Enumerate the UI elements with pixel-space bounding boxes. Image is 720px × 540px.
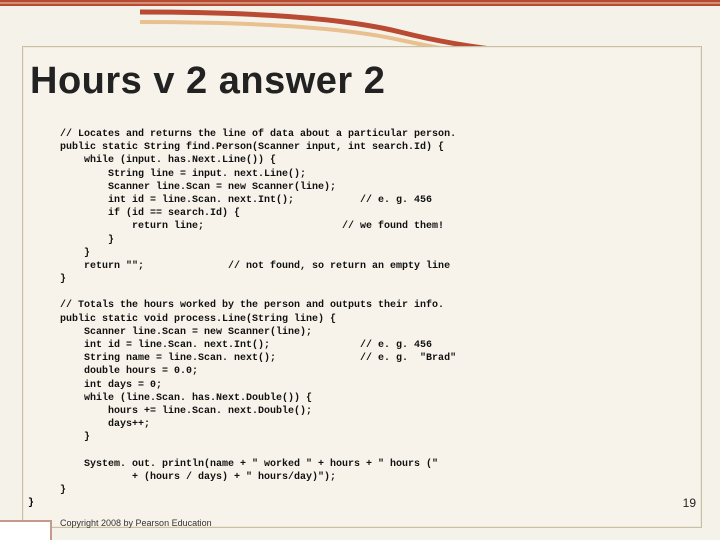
- top-accent-bar: [0, 0, 720, 6]
- code-line: // Totals the hours worked by the person…: [60, 300, 444, 311]
- code-line: Scanner line.Scan = new Scanner(line);: [60, 327, 312, 338]
- code-line: while (line.Scan. has.Next.Double()) {: [60, 393, 312, 404]
- code-line: }: [60, 235, 114, 246]
- code-line: if (id == search.Id) {: [60, 208, 240, 219]
- code-closing-brace: }: [28, 498, 34, 509]
- code-block: // Locates and returns the line of data …: [60, 128, 690, 497]
- code-line: int days = 0;: [60, 380, 162, 391]
- code-line: }: [60, 432, 90, 443]
- code-line: while (input. has.Next.Line()) {: [60, 155, 276, 166]
- copyright-footer: Copyright 2008 by Pearson Education: [60, 518, 212, 528]
- page-title: Hours v 2 answer 2: [30, 60, 385, 103]
- code-line: }: [60, 248, 90, 259]
- code-line: return ""; // not found, so return an em…: [60, 261, 450, 272]
- code-line: // Locates and returns the line of data …: [60, 129, 456, 140]
- code-line: String name = line.Scan. next(); // e. g…: [60, 353, 456, 364]
- code-line: Scanner line.Scan = new Scanner(line);: [60, 182, 336, 193]
- code-line: hours += line.Scan. next.Double();: [60, 406, 312, 417]
- code-line: int id = line.Scan. next.Int(); // e. g.…: [60, 340, 432, 351]
- code-line: String line = input. next.Line();: [60, 169, 306, 180]
- code-line: }: [60, 274, 66, 285]
- code-line: double hours = 0.0;: [60, 366, 198, 377]
- code-line: public static String find.Person(Scanner…: [60, 142, 444, 153]
- code-line: System. out. println(name + " worked " +…: [60, 459, 438, 470]
- code-line: + (hours / days) + " hours/day)");: [60, 472, 336, 483]
- code-line: days++;: [60, 419, 150, 430]
- page-number: 19: [683, 496, 696, 510]
- corner-chip: [0, 520, 52, 540]
- code-line: }: [60, 485, 66, 496]
- code-line: return line; // we found them!: [60, 221, 444, 232]
- code-line: public static void process.Line(String l…: [60, 314, 336, 325]
- code-line: int id = line.Scan. next.Int(); // e. g.…: [60, 195, 432, 206]
